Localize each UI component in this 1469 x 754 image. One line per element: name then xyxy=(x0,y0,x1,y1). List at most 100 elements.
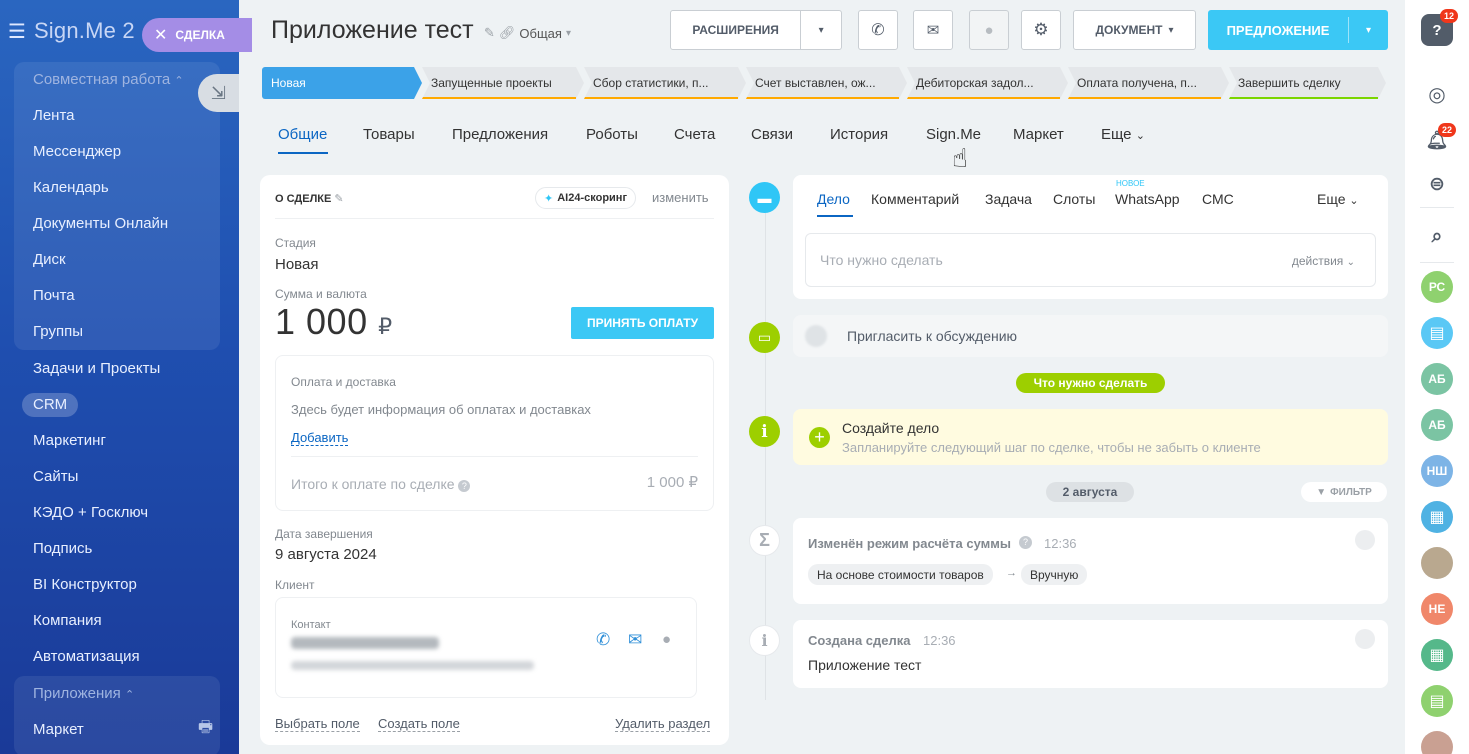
avatar-ab-2[interactable]: АБ xyxy=(1421,409,1453,441)
stage-paid[interactable]: Оплата получена, п... xyxy=(1068,67,1229,99)
mail-icon[interactable]: ✉ xyxy=(628,630,642,650)
todo-input[interactable]: Что нужно сделать действия ⌄ xyxy=(805,233,1376,287)
sidebar-item-sign[interactable]: Подпись xyxy=(33,540,92,557)
extensions-button[interactable]: РАСШИРЕНИЯ ▾ xyxy=(670,10,842,50)
category-select[interactable]: Общая xyxy=(519,26,562,41)
tab-links[interactable]: Связи xyxy=(751,126,793,143)
chevron-down-icon: ⌄ xyxy=(1349,195,1359,207)
sidebar-item-messenger[interactable]: Мессенджер xyxy=(33,143,121,160)
create-field-link[interactable]: Создать поле xyxy=(378,716,460,732)
add-payment-link[interactable]: Добавить xyxy=(291,430,349,446)
actions-dropdown[interactable]: действия ⌄ xyxy=(1292,254,1355,268)
sidebar-item-kedo[interactable]: КЭДО + Госключ xyxy=(33,504,148,521)
plus-icon[interactable]: + xyxy=(809,427,830,448)
stage-stats[interactable]: Сбор статистики, п... xyxy=(584,67,746,99)
avatar-rs[interactable]: РС xyxy=(1421,271,1453,303)
avatar[interactable] xyxy=(1355,530,1375,550)
stage-finish[interactable]: Завершить сделку xyxy=(1229,67,1386,99)
mail-button[interactable]: ✉ xyxy=(913,10,953,50)
stage-invoice[interactable]: Счет выставлен, ож... xyxy=(746,67,907,99)
deal-close-chip[interactable]: ✕ СДЕЛКА xyxy=(142,18,252,52)
phone-icon[interactable]: ✆ xyxy=(596,630,610,650)
document-button[interactable]: ДОКУМЕНТ ▾ xyxy=(1073,10,1196,50)
sidebar-item-bi[interactable]: BI Конструктор xyxy=(33,576,137,593)
avatar[interactable] xyxy=(1355,629,1375,649)
sidebar-item-marketing[interactable]: Маркетинг xyxy=(33,432,106,449)
stage-new[interactable]: Новая xyxy=(262,67,422,99)
filter-button[interactable]: ▼ ФИЛЬТР xyxy=(1301,482,1387,502)
phone-button[interactable]: ✆ xyxy=(858,10,898,50)
create-activity-card[interactable]: + Создайте дело Запланируйте следующий ш… xyxy=(793,409,1388,465)
sidebar-item-automation[interactable]: Автоматизация xyxy=(33,648,140,665)
search-icon[interactable]: ⌕ xyxy=(1421,221,1453,253)
help-icon[interactable]: ? xyxy=(1019,536,1032,549)
avatar-ab-1[interactable]: АБ xyxy=(1421,363,1453,395)
sidebar-item-disk[interactable]: Диск xyxy=(33,251,66,268)
editor-tab-deal[interactable]: Дело xyxy=(817,191,850,207)
stage-launched[interactable]: Запущенные проекты xyxy=(422,67,584,99)
tab-offers[interactable]: Предложения xyxy=(452,126,548,143)
chat-icon[interactable]: ● xyxy=(662,631,671,648)
printer-icon[interactable]: 🖶 xyxy=(198,716,213,743)
help-icon[interactable]: ? xyxy=(458,480,471,492)
contact-name-blurred[interactable] xyxy=(291,637,439,649)
tab-general[interactable]: Общие xyxy=(278,126,327,143)
offer-button[interactable]: ПРЕДЛОЖЕНИЕ ▾ xyxy=(1208,10,1388,50)
group-apps-header[interactable]: Приложения ⌃ xyxy=(33,685,134,702)
document-icon[interactable]: ▤ xyxy=(1421,685,1453,717)
sidebar-item-groups[interactable]: Группы xyxy=(33,323,83,340)
tab-signme[interactable]: Sign.Me xyxy=(926,126,981,143)
change-link[interactable]: изменить xyxy=(652,190,709,205)
sidebar-item-mail[interactable]: Почта xyxy=(33,287,75,304)
menu-icon[interactable]: ☰ xyxy=(8,19,26,44)
sidebar-item-sites[interactable]: Сайты xyxy=(33,468,78,485)
sidebar-item-docs[interactable]: Документы Онлайн xyxy=(33,215,168,232)
group-collab-header[interactable]: Совместная работа ⌃ xyxy=(33,71,184,88)
pencil-icon[interactable]: ✎ xyxy=(334,193,343,205)
link-icon[interactable]: 🔗︎ xyxy=(499,25,516,41)
avatar-nsh[interactable]: НШ xyxy=(1421,455,1453,487)
delete-section-link[interactable]: Удалить раздел xyxy=(615,716,711,732)
editor-tab-sms[interactable]: СМС xyxy=(1202,191,1234,207)
chat-list-icon[interactable]: ⊜ xyxy=(1421,168,1453,200)
sidebar-item-tasks[interactable]: Задачи и Проекты xyxy=(33,360,160,377)
accept-payment-button[interactable]: ПРИНЯТЬ ОПЛАТУ xyxy=(571,307,714,339)
editor-tab-task[interactable]: Задача xyxy=(985,191,1032,207)
calendar-icon[interactable]: ▦ xyxy=(1421,639,1453,671)
tab-products[interactable]: Товары xyxy=(363,126,415,143)
calendar-icon[interactable]: ▦ xyxy=(1421,501,1453,533)
tab-robots[interactable]: Роботы xyxy=(586,126,638,143)
collapse-sidebar-button[interactable]: ⇲ xyxy=(198,74,239,112)
sidebar-item-market[interactable]: Маркет xyxy=(33,721,84,738)
select-field-link[interactable]: Выбрать поле xyxy=(275,716,360,732)
settings-button[interactable]: ⚙ xyxy=(1021,10,1061,50)
avatar-ne[interactable]: НЕ xyxy=(1421,593,1453,625)
stage-value: Новая xyxy=(275,256,319,273)
invite-row[interactable]: Пригласить к обсуждению xyxy=(793,315,1388,357)
info-icon: i xyxy=(749,416,780,447)
sum-value: 1 000 ₽ xyxy=(275,301,393,342)
chat-button[interactable]: ● xyxy=(969,10,1009,50)
tab-more[interactable]: Еще ⌄ xyxy=(1101,126,1145,143)
sidebar-item-company[interactable]: Компания xyxy=(33,612,102,629)
sidebar-item-feed[interactable]: Лента xyxy=(33,107,75,124)
editor-tab-whatsapp[interactable]: WhatsApp xyxy=(1115,191,1180,207)
logo[interactable]: Sign.Me 2 xyxy=(34,18,135,44)
stage-debt[interactable]: Дебиторская задол... xyxy=(907,67,1068,99)
chat-bubble-icon[interactable]: ▤ xyxy=(1421,317,1453,349)
sidebar-item-crm[interactable]: CRM xyxy=(33,396,67,413)
editor-tab-slots[interactable]: Слоты xyxy=(1053,191,1095,207)
pencil-icon[interactable]: ✎ xyxy=(484,25,495,41)
editor-tab-more[interactable]: Еще ⌄ xyxy=(1317,191,1359,207)
tab-invoices[interactable]: Счета xyxy=(674,126,715,143)
editor-tab-comment[interactable]: Комментарий xyxy=(871,191,959,207)
tab-market[interactable]: Маркет xyxy=(1013,126,1064,143)
chevron-down-icon[interactable]: ▾ xyxy=(801,25,841,36)
copilot-icon[interactable]: ◎ xyxy=(1421,78,1453,110)
chevron-down-icon[interactable]: ▾ xyxy=(1349,25,1388,36)
avatar-photo[interactable] xyxy=(1421,547,1453,579)
ai-scoring-chip[interactable]: ✦ AI24-скоринг xyxy=(535,187,637,209)
tab-history[interactable]: История xyxy=(830,126,888,143)
sidebar-item-calendar[interactable]: Календарь xyxy=(33,179,109,196)
event2-body: Приложение тест xyxy=(808,657,922,673)
